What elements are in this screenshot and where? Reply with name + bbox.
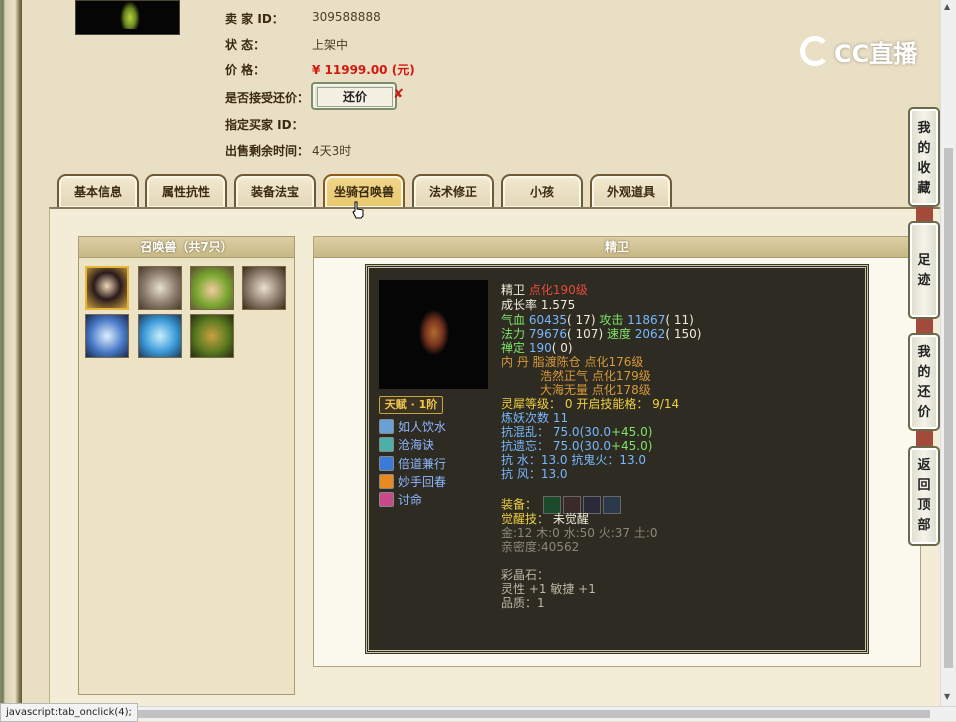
scroll-up-icon[interactable]: ▲ xyxy=(944,2,950,11)
pet-name-line: 精卫 点化190级 xyxy=(501,283,588,297)
speed-skill-icon xyxy=(379,455,394,471)
tab-appearance[interactable]: 外观道具 xyxy=(590,174,672,208)
tab-equipment[interactable]: 装备法宝 xyxy=(234,174,316,208)
skill-item[interactable]: 妙手回春 xyxy=(379,473,446,489)
hand-cursor-icon xyxy=(352,201,364,219)
res-water-line: 抗 水：13.0 抗鬼火：13.0 xyxy=(501,453,647,467)
close-icon[interactable]: ✘ xyxy=(393,87,404,102)
refine-line: 炼妖次数 11 xyxy=(501,411,569,425)
scroll-thumb[interactable] xyxy=(944,148,953,668)
seller-id-label: 卖 家 ID： xyxy=(225,12,284,26)
price-label: 价 格： xyxy=(225,63,266,77)
cc-logo-icon xyxy=(800,36,830,66)
rabbit-icon[interactable] xyxy=(242,266,286,310)
girl-portrait-icon[interactable] xyxy=(85,266,129,310)
my-favorites-button[interactable]: 我的收藏 xyxy=(908,107,940,207)
res-forget-line: 抗遗忘： 75.0(30.0+45.0) xyxy=(501,439,653,453)
sea-skill-icon xyxy=(379,436,394,452)
neidan-line: 内 丹 脂渡陈仓 点化176级 xyxy=(501,355,644,369)
tab-spell-mod[interactable]: 法术修正 xyxy=(412,174,494,208)
pet-list-title: 召唤兽（共7只） xyxy=(79,237,294,258)
water-skill-icon xyxy=(379,418,394,434)
skill-item[interactable]: 倍道兼行 xyxy=(379,455,446,471)
time-remaining-label: 出售剩余时间： xyxy=(225,144,310,158)
death-skill-icon xyxy=(379,491,394,507)
mp-spd-line: 法力 79676( 107) 速度 2062( 150) xyxy=(501,327,702,341)
status-label: 状 态： xyxy=(225,38,266,52)
ice-spirit-icon[interactable] xyxy=(85,314,129,358)
pet-detail-title: 精卫 xyxy=(314,237,920,258)
scroll-down-icon[interactable]: ▼ xyxy=(944,692,950,701)
back-to-top-button[interactable]: 返回顶部 xyxy=(908,446,940,546)
buyer-id-label: 指定买家 ID： xyxy=(225,118,304,132)
heal-skill-icon xyxy=(379,473,394,489)
left-border xyxy=(0,0,22,706)
pet-image xyxy=(379,280,488,389)
tab-children[interactable]: 小孩 xyxy=(501,174,583,208)
def-line: 禅定 190( 0) xyxy=(501,341,573,355)
skill-item[interactable]: 如人饮水 xyxy=(379,418,446,434)
spirit-line: 灵犀等级： 0 开启技能格： 9/14 xyxy=(501,397,680,411)
side-label: 足迹 xyxy=(917,253,931,288)
status-bar: javascript:tab_onclick(4); xyxy=(0,703,138,722)
tab-mounts-pets[interactable]: 坐骑召唤兽 xyxy=(323,174,405,208)
hscroll-thumb[interactable] xyxy=(130,710,930,718)
crown-icon[interactable] xyxy=(602,496,621,514)
character-portrait xyxy=(75,0,180,35)
footprint-button[interactable]: 足迹 xyxy=(908,221,940,319)
gem-bonus: 灵性 +1 敏捷 +1 xyxy=(501,582,596,596)
haggle-button-label: 还价 xyxy=(317,87,393,107)
side-label: 返回顶部 xyxy=(917,458,931,533)
awaken-line: 觉醒技： 未觉醒 xyxy=(501,512,589,526)
skill-item[interactable]: 讨命 xyxy=(379,491,422,507)
tab-attributes[interactable]: 属性抗性 xyxy=(145,174,227,208)
tab-basic-info[interactable]: 基本信息 xyxy=(57,174,139,208)
side-label: 我的还价 xyxy=(917,345,931,420)
status-value: 上架中 xyxy=(312,38,349,52)
side-label: 我的收藏 xyxy=(917,121,931,196)
talent-badge: 天赋 · 1阶 xyxy=(379,396,443,414)
res-wind-line: 抗 风：13.0 xyxy=(501,467,568,481)
time-remaining-value: 4天3时 xyxy=(312,144,352,158)
price-value: ¥ 11999.00 (元) xyxy=(312,63,415,77)
neidan-line: 大海无量 点化178级 xyxy=(540,383,651,397)
neidan-line: 浩然正气 点化179级 xyxy=(540,369,651,383)
seller-id-value: 309588888 xyxy=(312,10,381,24)
hp-atk-line: 气血 60435( 17) 攻击 11867( 11) xyxy=(501,313,694,327)
elements-line: 金:12 木:0 水:50 火:37 土:0 xyxy=(501,526,658,540)
gem-label: 彩晶石： xyxy=(501,568,550,582)
haggle-button[interactable]: 还价 ✘ xyxy=(311,82,404,110)
ice-warrior-icon[interactable] xyxy=(138,314,182,358)
my-haggle-button[interactable]: 我的还价 xyxy=(908,333,940,431)
growth-line: 成长率 1.575 xyxy=(501,298,576,312)
res-confuse-line: 抗混乱： 75.0(30.0+45.0) xyxy=(501,425,653,439)
intimacy-line: 亲密度:40562 xyxy=(501,540,580,554)
horizontal-scrollbar[interactable] xyxy=(0,706,956,721)
accept-haggle-label: 是否接受还价： xyxy=(225,91,310,105)
side-divider xyxy=(916,429,933,447)
rabbit-icon[interactable] xyxy=(138,266,182,310)
cc-live-logo: CC直播 xyxy=(800,30,930,72)
tree-demon-icon[interactable] xyxy=(190,314,234,358)
goblin-icon[interactable] xyxy=(190,266,234,310)
quality-line: 品质：1 xyxy=(501,596,545,610)
skill-item[interactable]: 沧海诀 xyxy=(379,436,434,452)
vertical-scrollbar[interactable]: ▲ ▼ xyxy=(940,0,956,706)
